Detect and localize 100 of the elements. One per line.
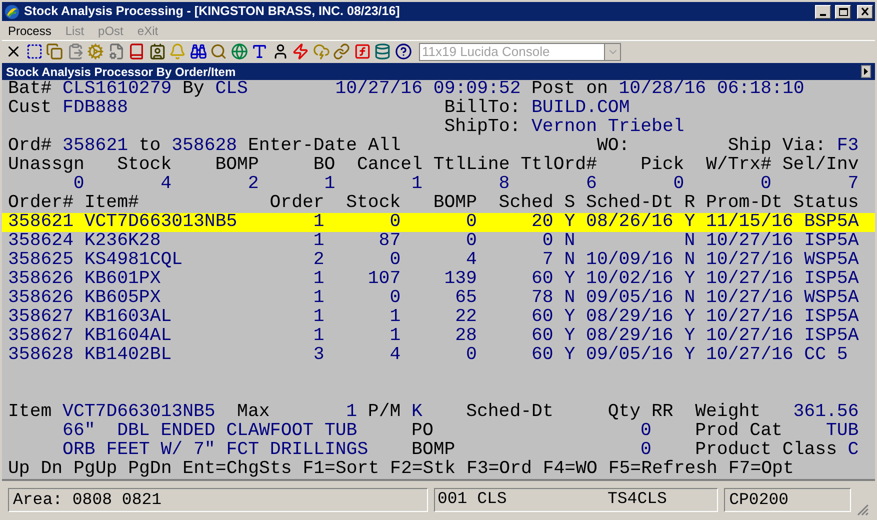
table-row[interactable]: 358627 KB1603AL 1 1 22 60 Y 08/29/16 Y 10/27/16 ISP5A [2, 308, 875, 327]
search-icon[interactable] [210, 43, 227, 60]
table-cell: 358625 [8, 251, 74, 270]
table-row[interactable]: 358626 KB601PX 1 107 139 60 Y 10/02/16 Y 10/27/16 ISP5A [2, 270, 875, 289]
table-row[interactable]: 358626 KB605PX 1 0 65 78 N 09/05/16 N 10/27/16 WSP5A [2, 289, 875, 308]
table-cell: N [684, 289, 696, 308]
table-cell-text: 0 [541, 232, 554, 251]
table-cell: Y [564, 346, 576, 365]
contact-card-icon[interactable] [148, 43, 166, 60]
gear-icon[interactable] [87, 43, 104, 60]
minimize-button[interactable] [815, 4, 831, 18]
item-number: VCT7D663013NB5 [62, 403, 216, 422]
field-label: Ship Via: [728, 137, 826, 156]
copy-icon[interactable] [46, 43, 63, 60]
function-key-hint: Up [8, 460, 30, 479]
help-icon[interactable] [394, 43, 412, 60]
table-cell-text: 60 [530, 346, 554, 365]
close-button[interactable] [857, 4, 873, 18]
function-key-hint: F5=Refresh [608, 460, 718, 479]
table-cell: 10/27/16 [706, 270, 794, 289]
customer-code: FDB888 [62, 99, 128, 118]
table-row[interactable]: 358624 K236K28 1 87 0 0 N N 10/27/16 ISP5A [2, 232, 875, 251]
database-icon[interactable] [374, 43, 391, 60]
table-cell: 09/05/16 [586, 289, 674, 308]
scroll-right-icon[interactable] [861, 65, 871, 78]
table-row[interactable]: 358627 KB1604AL 1 1 28 60 Y 08/29/16 Y 10/27/16 ISP5A [2, 327, 875, 346]
field-label: BillTo: [444, 99, 521, 118]
function-icon[interactable] [354, 43, 370, 60]
count-value: 2 [246, 175, 259, 194]
letter-icon[interactable] [251, 43, 268, 60]
count-value: 1 [323, 175, 336, 194]
panel-title: Stock Analysis Processor By Order/Item [6, 64, 237, 80]
table-cell-text: 0 [388, 251, 401, 270]
field-label: Sched-Dt [466, 403, 554, 422]
table-cell-text: 0 [465, 213, 477, 232]
column-header: Cancel [357, 156, 422, 175]
table-cell: 11/15/16 [706, 213, 794, 232]
product-category: TUB [826, 422, 859, 441]
table-cell-text: 28 [454, 327, 477, 346]
link-icon[interactable] [333, 43, 350, 60]
table-cell: Y [684, 346, 696, 365]
table-cell-text: 1 [312, 327, 324, 346]
count-value: 1 [410, 175, 422, 194]
column-header: TtlOrd# [520, 156, 597, 175]
count-value: 6 [585, 175, 597, 194]
column-header: Sched [498, 194, 554, 213]
column-header: Order# [8, 194, 74, 213]
table-cell: 10/09/16 [586, 251, 674, 270]
table-cell: 10/27/16 [706, 289, 794, 308]
table-cell: Y [564, 308, 576, 327]
selection-icon[interactable] [26, 43, 42, 60]
globe-icon[interactable] [230, 43, 248, 60]
table-cell-text: 1 [388, 308, 401, 327]
table-cell-text: 20 [530, 213, 554, 232]
po-quantity: 0 [640, 422, 652, 441]
table-cell: BSP5A [804, 213, 859, 232]
function-key-hint: F4=WO [542, 460, 598, 479]
binoculars-icon[interactable] [190, 43, 206, 60]
table-row[interactable]: 358628 KB1402BL 3 4 0 60 Y 09/05/16 Y 10/27/16 CC 5 [2, 346, 875, 365]
table-cell-text: CC 5 [804, 346, 849, 365]
table-cell: 10/27/16 [706, 251, 794, 270]
table-cell-text: KB601PX [84, 270, 162, 289]
table-cell-text: 1 [312, 213, 324, 232]
table-cell: ISP5A [804, 308, 859, 327]
function-key-hint: PgDn [128, 460, 172, 479]
product-class: C [848, 441, 859, 460]
table-cell-text: 65 [454, 289, 477, 308]
maximize-button[interactable] [835, 4, 851, 18]
file-gear-icon[interactable] [108, 43, 124, 60]
resize-grip-icon[interactable] [857, 504, 869, 516]
table-cell-text: 2 [312, 251, 324, 270]
field-label: Cust [8, 99, 52, 118]
table-row[interactable]: 358621 VCT7D663013NB5 1 0 0 20 Y 08/26/16 Y 11/15/16 BSP5A [2, 213, 875, 232]
field-label: Product Class [695, 441, 837, 460]
count-value: 4 [160, 175, 172, 194]
menu-item[interactable]: Process [8, 22, 52, 40]
ship-via-value: F3 [836, 137, 859, 156]
table-cell-text: 60 [530, 308, 554, 327]
table-cell: 08/29/16 [586, 327, 674, 346]
maximize-icon [838, 7, 848, 16]
table-cell-text: 139 [443, 270, 477, 289]
table-cell: 358627 [8, 308, 74, 327]
paste-icon[interactable] [66, 43, 84, 60]
field-label: Bat# [8, 80, 52, 99]
count-value: 8 [498, 175, 510, 194]
table-cell-text: 0 [388, 213, 401, 232]
book-icon[interactable] [128, 43, 145, 60]
order-from: 358621 [62, 137, 128, 156]
status-panel: CP0200 [724, 488, 852, 512]
column-header: Stock [117, 156, 172, 175]
storm-icon[interactable] [312, 43, 330, 60]
table-cell-text: 1 [388, 327, 401, 346]
table-cell-text: 0 [465, 232, 477, 251]
table-row[interactable]: 358625 KS4981CQL 2 0 4 7 N 10/09/16 N 10/27/16 WSP5A [2, 251, 875, 270]
window-title: Stock Analysis Processing - [KINGSTON BRASS, INC. 08/23/16] [24, 3, 401, 20]
batch-number: CLS1610279 [62, 80, 172, 99]
field-label: P/M [368, 403, 401, 422]
table-cell: 358621 [8, 213, 74, 232]
table-cell: 10/27/16 [706, 327, 794, 346]
field-label: BOMP [412, 441, 456, 460]
